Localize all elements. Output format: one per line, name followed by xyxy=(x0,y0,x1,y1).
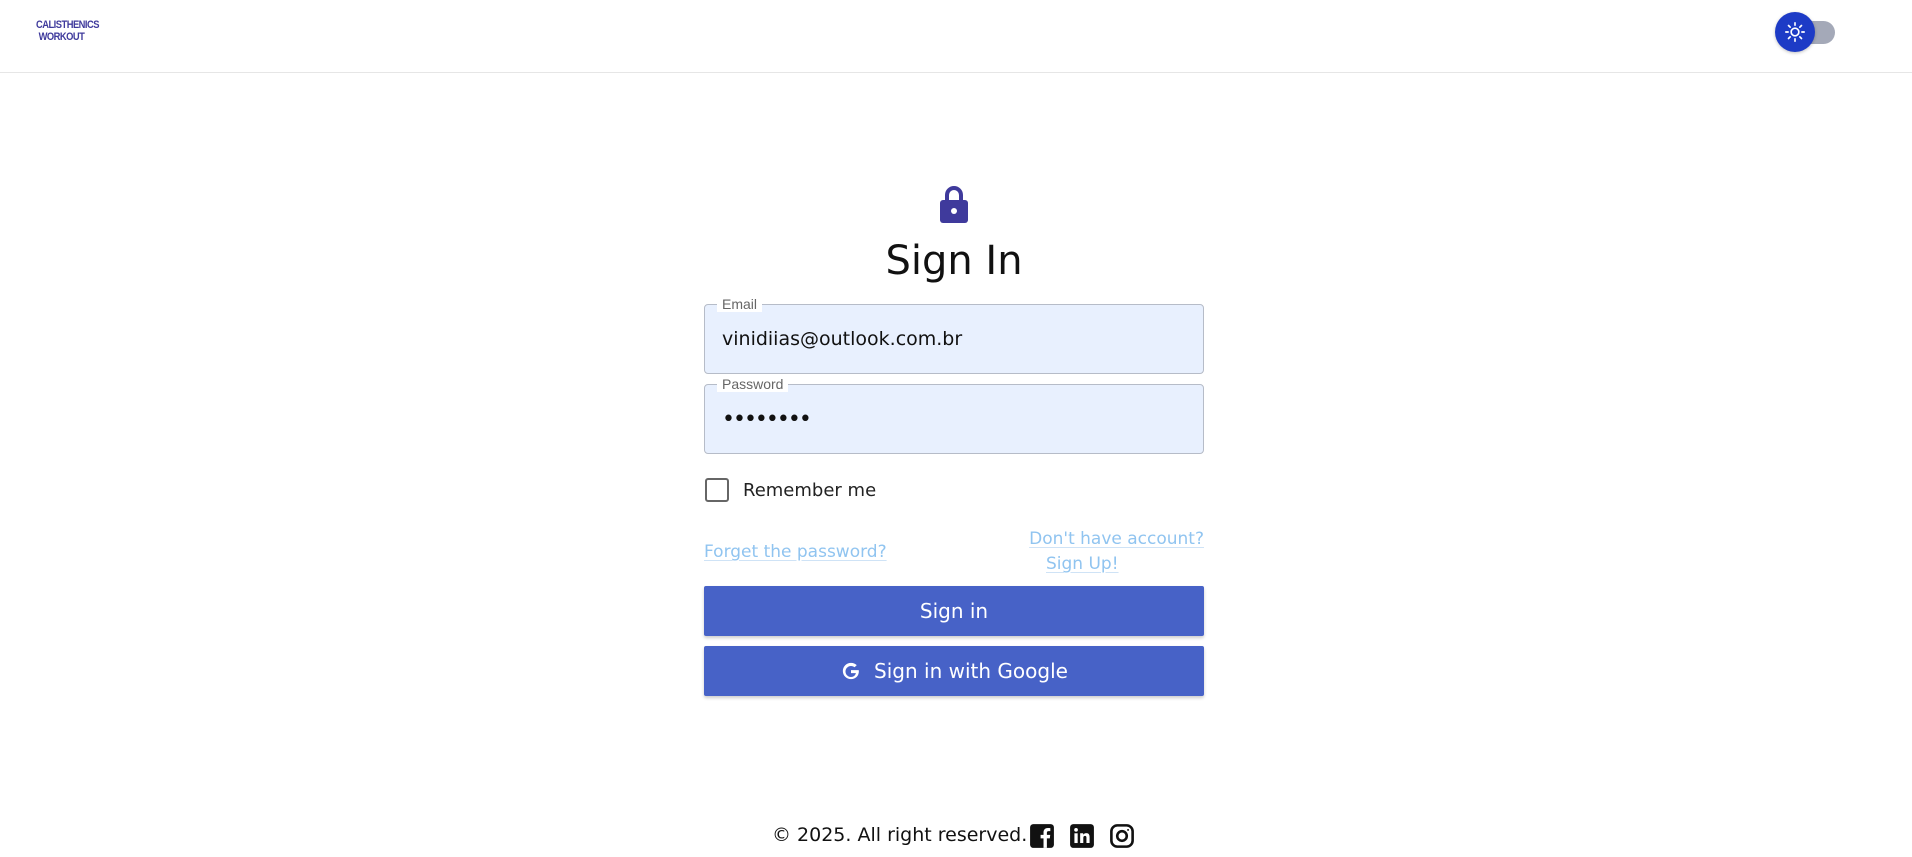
facebook-icon[interactable] xyxy=(1029,823,1055,849)
instagram-icon[interactable] xyxy=(1109,823,1135,849)
password-label: Password xyxy=(717,376,789,392)
remember-me-label: Remember me xyxy=(743,479,877,501)
email-field[interactable]: Email xyxy=(704,296,1204,374)
copyright-text: © 2025. All right reserved. xyxy=(772,824,1028,846)
toggle-knob xyxy=(1775,12,1815,52)
signup-link-line-2: Sign Up! xyxy=(1046,554,1119,574)
footer: © 2025. All right reserved. xyxy=(0,820,1912,852)
email-label: Email xyxy=(717,296,763,312)
google-icon xyxy=(842,662,860,680)
forgot-password-link[interactable]: Forget the password? xyxy=(704,540,887,565)
top-header: CALISTHENICS WORKOUT xyxy=(0,0,1912,73)
sign-in-button[interactable]: Sign in xyxy=(704,586,1204,636)
page-title: Sign In xyxy=(885,238,1023,284)
remember-me[interactable]: Remember me xyxy=(704,476,876,504)
lock-icon xyxy=(940,186,968,223)
google-sign-in-button[interactable]: Sign in with Google xyxy=(704,646,1204,696)
password-input[interactable] xyxy=(705,385,1203,453)
linkedin-icon[interactable] xyxy=(1069,823,1095,849)
sign-in-button-label: Sign in xyxy=(919,599,989,623)
remember-me-checkbox[interactable] xyxy=(705,478,729,502)
theme-toggle[interactable] xyxy=(1775,12,1837,52)
logo-line-2: WORKOUT xyxy=(38,31,85,43)
google-button-label: Sign in with Google xyxy=(874,659,1068,683)
signup-link-line-1: Don't have account? xyxy=(1029,529,1204,549)
logo-line-1: CALISTHENICS xyxy=(36,19,99,31)
password-field[interactable]: Password xyxy=(704,376,1204,454)
signup-link[interactable]: Don't have account? Sign Up! xyxy=(1004,527,1204,577)
logo[interactable]: CALISTHENICS WORKOUT xyxy=(36,19,99,43)
sun-icon xyxy=(1785,22,1805,42)
email-input[interactable] xyxy=(705,305,1203,373)
